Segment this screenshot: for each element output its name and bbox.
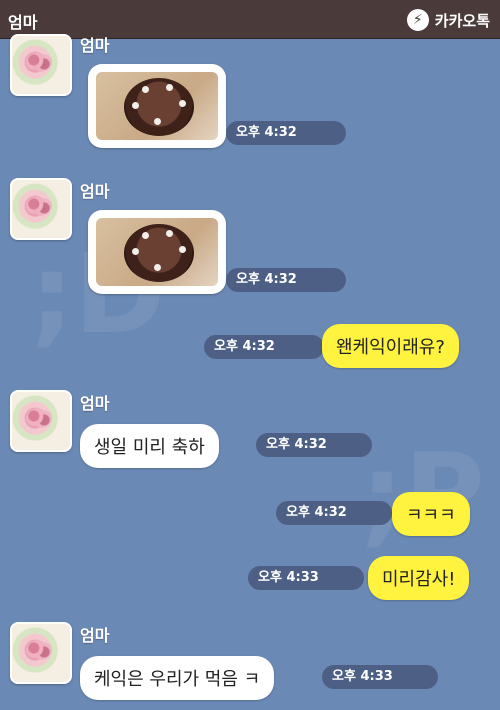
cake-photo xyxy=(96,72,218,140)
their-message[interactable]: 케익은 우리가 먹음 ㅋ xyxy=(80,656,275,700)
chat-header: 엄마 ⚡ 카카오톡 xyxy=(0,0,500,39)
avatar[interactable] xyxy=(10,622,72,684)
sender-name: 엄마 xyxy=(80,626,110,645)
avatar[interactable] xyxy=(10,178,72,240)
chat-title: 엄마 xyxy=(8,13,38,32)
cake-photo xyxy=(96,218,218,286)
sender-name: 엄마 xyxy=(80,182,110,201)
cake-image xyxy=(124,78,194,136)
my-message[interactable]: ㅋㅋㅋ xyxy=(392,492,470,536)
app-brand-label: 카카오톡 xyxy=(434,11,490,30)
photo-message[interactable] xyxy=(88,64,226,148)
message-time: 오후 4:32 xyxy=(256,433,372,457)
photo-message[interactable] xyxy=(88,210,226,294)
sender-name: 엄마 xyxy=(80,36,110,55)
message-time: 오후 4:33 xyxy=(322,665,438,689)
message-time: 오후 4:32 xyxy=(226,121,346,145)
message-time: 오후 4:33 xyxy=(248,566,364,590)
avatar[interactable] xyxy=(10,390,72,452)
cake-image xyxy=(124,224,194,282)
message-time: 오후 4:32 xyxy=(276,501,392,525)
message-time: 오후 4:32 xyxy=(204,335,324,359)
app-brand: ⚡ 카카오톡 xyxy=(406,9,490,31)
sender-name: 엄마 xyxy=(80,394,110,413)
message-time: 오후 4:32 xyxy=(226,268,346,292)
their-message[interactable]: 생일 미리 축하 xyxy=(80,424,219,468)
my-message[interactable]: 미리감사! xyxy=(368,556,470,600)
my-message[interactable]: 왠케익이래유? xyxy=(322,324,459,368)
avatar[interactable] xyxy=(10,34,72,96)
kakaotalk-logo-icon: ⚡ xyxy=(406,9,429,31)
